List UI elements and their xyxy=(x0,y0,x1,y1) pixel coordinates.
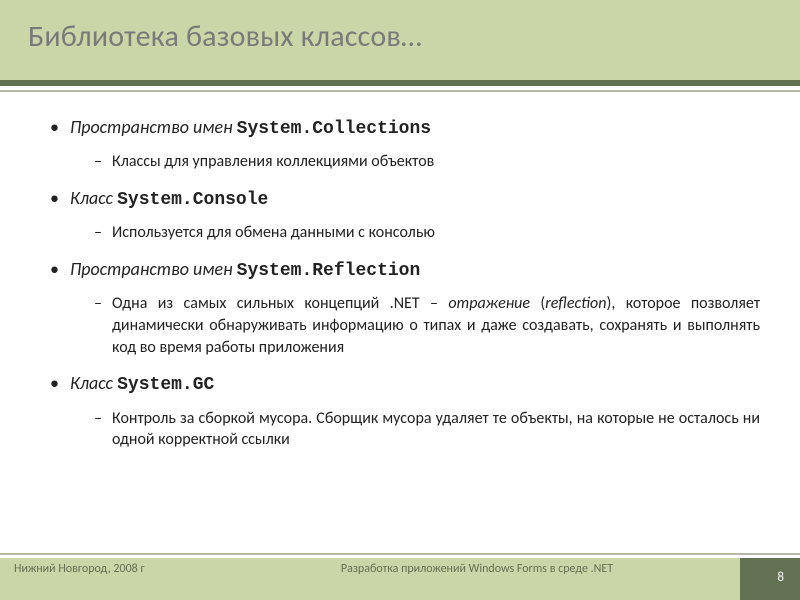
bullet-code: System.Console xyxy=(117,190,268,210)
title-bar: Библиотека базовых классов… xyxy=(0,0,800,80)
bullet-item: Класс System.GC Контроль за сборкой мусо… xyxy=(50,372,760,451)
footer-left: Нижний Новгород, 2008 г xyxy=(14,562,214,576)
sub-text-pre: Одна из самых сильных концепций .NET – xyxy=(112,294,448,313)
sub-item: Используется для обмена данными с консол… xyxy=(94,222,760,244)
sub-list: Контроль за сборкой мусора. Сборщик мусо… xyxy=(70,408,760,451)
sub-item: Одна из самых сильных концепций .NET – о… xyxy=(94,293,760,358)
bullet-item: Пространство имен System.Reflection Одна… xyxy=(50,258,760,358)
sub-list: Используется для обмена данными с консол… xyxy=(70,222,760,244)
sub-text: Используется для обмена данными с консол… xyxy=(112,223,435,242)
bullet-intro: Класс xyxy=(70,187,117,209)
accent-line xyxy=(0,80,800,86)
sub-item: Классы для управления коллекциями объект… xyxy=(94,151,760,173)
sub-item: Контроль за сборкой мусора. Сборщик мусо… xyxy=(94,408,760,451)
slide-title: Библиотека базовых классов… xyxy=(28,18,772,55)
bullet-intro: Пространство имен xyxy=(70,116,237,138)
bullet-code: System.Reflection xyxy=(237,261,421,281)
sub-text-em: отражение xyxy=(448,294,530,313)
bullet-intro: Класс xyxy=(70,372,117,394)
sub-text: Классы для управления коллекциями объект… xyxy=(112,152,434,171)
sub-text: Контроль за сборкой мусора. Сборщик мусо… xyxy=(112,409,760,450)
sub-list: Одна из самых сильных концепций .NET – о… xyxy=(70,293,760,358)
bullet-code: System.GC xyxy=(117,375,214,395)
footer: Нижний Новгород, 2008 г Разработка прило… xyxy=(0,553,800,600)
sub-list: Классы для управления коллекциями объект… xyxy=(70,151,760,173)
sub-text-paren: ( xyxy=(530,294,545,313)
footer-page-number: 8 xyxy=(740,558,800,600)
sub-text-em2: reflection xyxy=(545,294,606,313)
bullet-intro: Пространство имен xyxy=(70,258,237,280)
bullet-item: Пространство имен System.Collections Кла… xyxy=(50,116,760,173)
bullet-item: Класс System.Console Используется для об… xyxy=(50,187,760,244)
bullet-code: System.Collections xyxy=(237,119,431,139)
footer-center: Разработка приложений Windows Forms в ср… xyxy=(214,562,740,576)
slide-content: Пространство имен System.Collections Кла… xyxy=(0,92,800,451)
bullet-list: Пространство имен System.Collections Кла… xyxy=(50,116,760,451)
footer-divider xyxy=(0,553,800,555)
footer-bar: Нижний Новгород, 2008 г Разработка прило… xyxy=(0,558,800,600)
